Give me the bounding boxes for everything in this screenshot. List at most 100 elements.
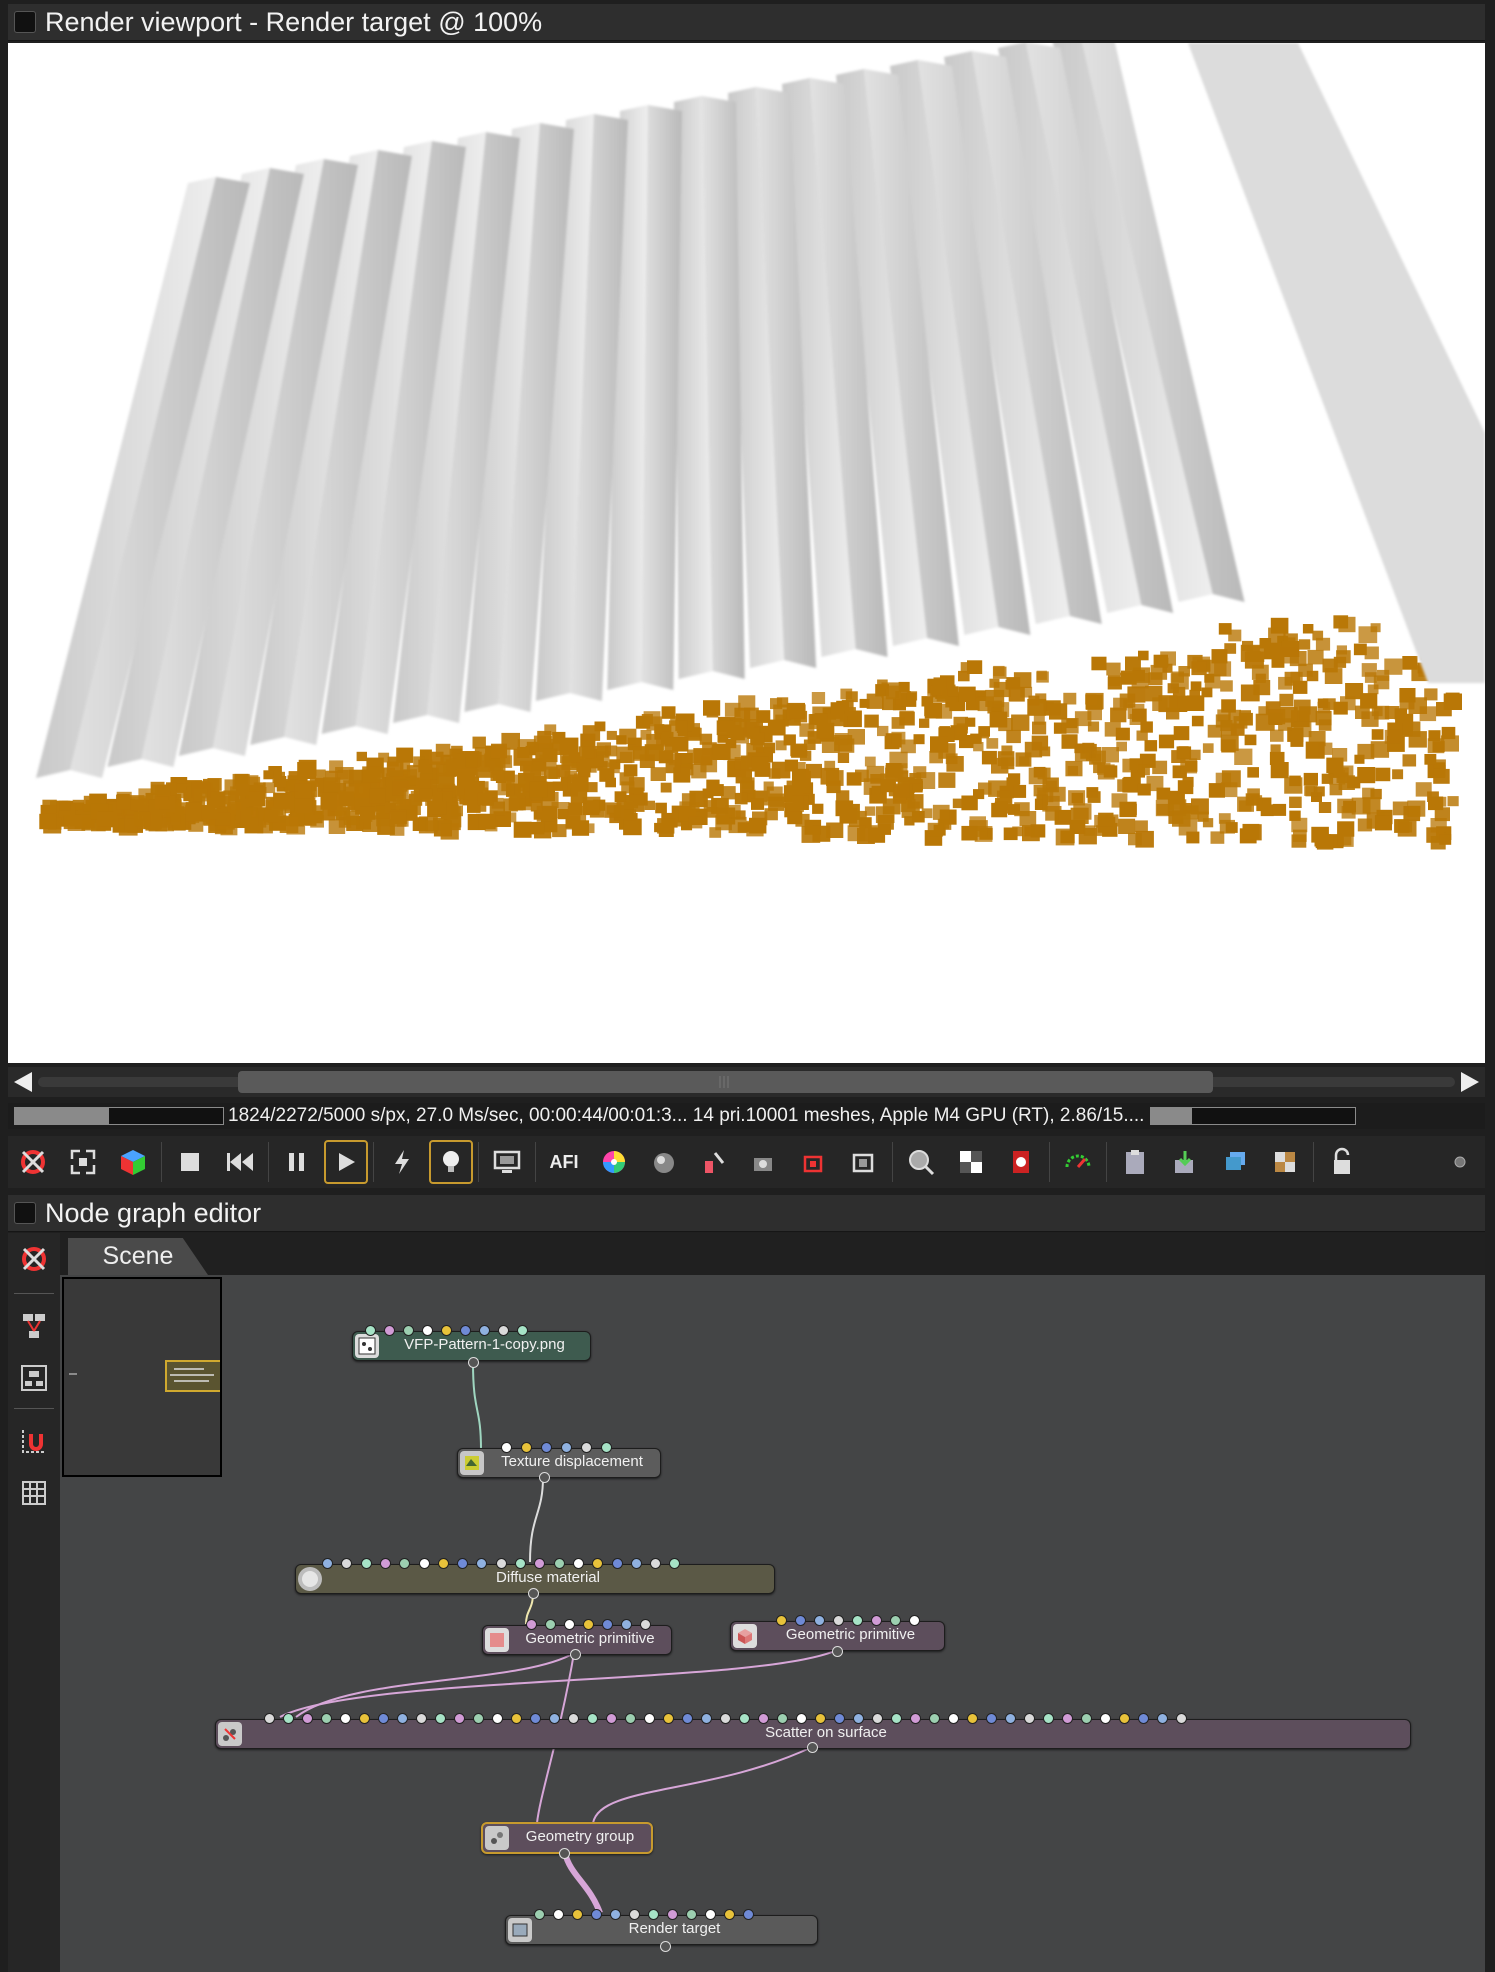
input-pin[interactable] [630, 1558, 642, 1569]
input-pin[interactable] [1119, 1713, 1130, 1724]
input-pin[interactable] [776, 1615, 787, 1626]
clipboard-icon[interactable] [1112, 1140, 1158, 1184]
input-pin[interactable] [416, 1713, 427, 1724]
input-pin[interactable] [1005, 1713, 1016, 1724]
input-pin[interactable] [492, 1713, 503, 1724]
rewind-icon[interactable] [217, 1140, 263, 1184]
grid-icon[interactable] [8, 1467, 60, 1519]
lock-icon[interactable] [1319, 1140, 1365, 1184]
input-pin[interactable] [1043, 1713, 1054, 1724]
input-pin[interactable] [526, 1619, 537, 1630]
input-pin[interactable] [321, 1713, 332, 1724]
input-pin[interactable] [814, 1615, 825, 1626]
input-pin[interactable] [302, 1713, 313, 1724]
input-pin[interactable] [473, 1713, 484, 1724]
input-pin[interactable] [553, 1558, 565, 1569]
sphere-pick-icon[interactable] [641, 1140, 687, 1184]
node-render-target[interactable]: Render target [505, 1915, 818, 1945]
panel-checkbox[interactable] [14, 1202, 36, 1224]
input-pin[interactable] [834, 1713, 845, 1724]
input-pin[interactable] [871, 1615, 882, 1626]
zoom-icon[interactable] [898, 1140, 944, 1184]
input-pin[interactable] [581, 1442, 592, 1453]
input-pin[interactable] [852, 1615, 863, 1626]
input-pin[interactable] [564, 1619, 575, 1630]
material-picker-icon[interactable] [691, 1140, 737, 1184]
input-pin[interactable] [1138, 1713, 1149, 1724]
input-pin[interactable] [929, 1713, 940, 1724]
input-pin[interactable] [591, 1909, 602, 1920]
input-pin[interactable] [701, 1713, 712, 1724]
region-render-icon[interactable] [791, 1140, 837, 1184]
input-pin[interactable] [379, 1558, 391, 1569]
input-pin[interactable] [541, 1442, 552, 1453]
input-pin[interactable] [777, 1713, 788, 1724]
input-pin[interactable] [515, 1558, 526, 1569]
input-pin[interactable] [583, 1619, 594, 1630]
input-pin[interactable] [517, 1325, 528, 1336]
input-pin[interactable] [521, 1442, 532, 1453]
input-pin[interactable] [667, 1909, 678, 1920]
gauge-icon[interactable] [1055, 1140, 1101, 1184]
input-pin[interactable] [1100, 1713, 1111, 1724]
input-pin[interactable] [724, 1909, 735, 1920]
node-texture-displacement[interactable]: Texture displacement [457, 1448, 661, 1478]
input-pin[interactable] [910, 1713, 921, 1724]
input-pin[interactable] [545, 1619, 556, 1630]
input-pin[interactable] [479, 1325, 490, 1336]
fit-view-icon[interactable] [60, 1140, 106, 1184]
output-pin[interactable] [528, 1588, 539, 1599]
export-icon[interactable] [1162, 1140, 1208, 1184]
input-pin[interactable] [648, 1909, 659, 1920]
lightning-icon[interactable] [379, 1140, 425, 1184]
input-pin[interactable] [360, 1558, 372, 1569]
input-pin[interactable] [568, 1713, 579, 1724]
input-pin[interactable] [644, 1713, 655, 1724]
input-pin[interactable] [264, 1713, 275, 1724]
input-pin[interactable] [498, 1325, 509, 1336]
input-pin[interactable] [1062, 1713, 1073, 1724]
input-pin[interactable] [602, 1619, 613, 1630]
color-wheel-icon[interactable] [591, 1140, 637, 1184]
input-pin[interactable] [1157, 1713, 1168, 1724]
input-pin[interactable] [501, 1442, 512, 1453]
input-pin[interactable] [441, 1325, 452, 1336]
input-pin[interactable] [460, 1325, 471, 1336]
lightbulb-icon[interactable] [429, 1140, 473, 1184]
input-pin[interactable] [397, 1713, 408, 1724]
input-pin[interactable] [418, 1558, 430, 1569]
pause-icon[interactable] [274, 1140, 320, 1184]
input-pin[interactable] [872, 1713, 883, 1724]
input-pin[interactable] [967, 1713, 978, 1724]
film-region-icon[interactable] [841, 1140, 887, 1184]
input-pin[interactable] [511, 1713, 522, 1724]
render-image[interactable] [8, 43, 1485, 1063]
input-pin[interactable] [705, 1909, 716, 1920]
cube-color-icon[interactable] [110, 1140, 156, 1184]
input-pin[interactable] [437, 1558, 449, 1569]
recenter-view-icon[interactable] [10, 1140, 56, 1184]
input-pin[interactable] [682, 1713, 693, 1724]
panel-checkbox[interactable] [14, 11, 36, 33]
magnet-grid-icon[interactable] [8, 1415, 60, 1467]
input-pin[interactable] [601, 1442, 612, 1453]
dot-icon[interactable] [1437, 1140, 1483, 1184]
input-pin[interactable] [743, 1909, 754, 1920]
input-pin[interactable] [629, 1909, 640, 1920]
input-pin[interactable] [948, 1713, 959, 1724]
input-pin[interactable] [403, 1325, 414, 1336]
recenter-icon[interactable] [8, 1233, 60, 1285]
tree-layout-icon[interactable] [8, 1300, 60, 1352]
render-pass-icon[interactable] [998, 1140, 1044, 1184]
input-pin[interactable] [561, 1442, 572, 1453]
input-pin[interactable] [611, 1558, 623, 1569]
output-pin[interactable] [660, 1941, 671, 1952]
texture-icon[interactable] [1262, 1140, 1308, 1184]
input-pin[interactable] [758, 1713, 769, 1724]
input-pin[interactable] [891, 1713, 902, 1724]
camera-pick-icon[interactable] [741, 1140, 787, 1184]
scroll-left-icon[interactable] [14, 1072, 32, 1092]
input-pin[interactable] [720, 1713, 731, 1724]
input-pin[interactable] [625, 1713, 636, 1724]
node-graph-canvas[interactable]: VFP-Pattern-1-copy.png Texture displacem… [60, 1275, 1485, 1972]
